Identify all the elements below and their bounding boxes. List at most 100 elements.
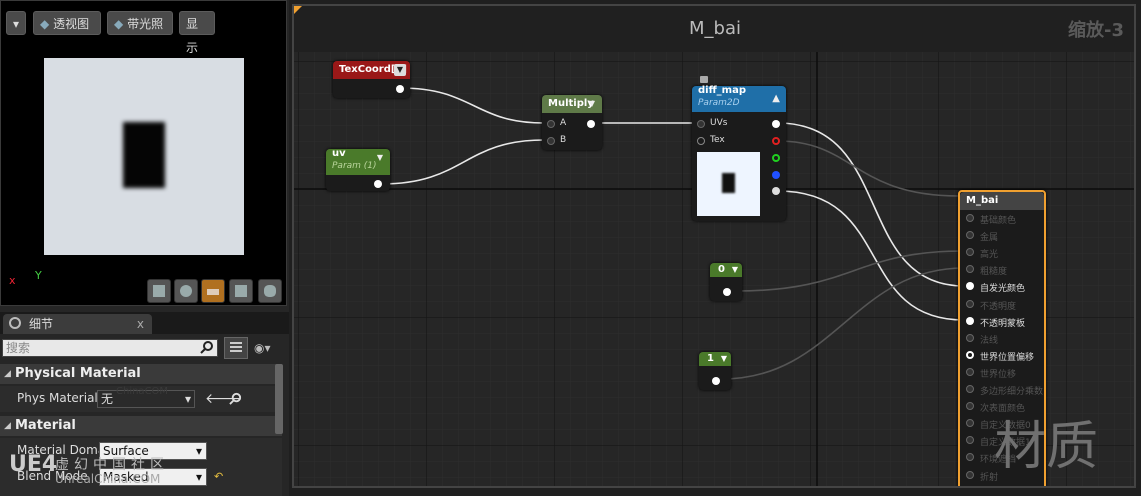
cube-preview-button[interactable] xyxy=(229,279,253,303)
output-pin-a[interactable] xyxy=(772,187,780,195)
sphere-preview-button[interactable] xyxy=(174,279,198,303)
browse-search-icon[interactable] xyxy=(229,392,242,405)
plane-preview-button[interactable] xyxy=(201,279,225,303)
result-input-pin[interactable] xyxy=(966,453,974,462)
result-input-pin[interactable] xyxy=(966,470,974,479)
node-header: TexCoord[0] ▼ xyxy=(333,61,410,79)
chevron-down-icon[interactable]: ▼ xyxy=(586,98,598,110)
cylinder-icon xyxy=(153,285,165,297)
node-header: uv Param (1) ▼ xyxy=(326,148,390,175)
cylinder-preview-button[interactable] xyxy=(147,279,171,303)
watermark-logo: UE4 xyxy=(9,452,58,477)
phys-material-value: 无 xyxy=(101,392,114,406)
visibility-options-button[interactable]: ◉▾ xyxy=(254,341,280,355)
chevron-down-icon[interactable]: ▼ xyxy=(721,352,727,366)
details-tabbar: 细节 x xyxy=(0,312,289,334)
node-texcoord[interactable]: TexCoord[0] ▼ xyxy=(333,61,410,98)
result-input-pin[interactable] xyxy=(966,436,974,445)
result-input-pin[interactable] xyxy=(966,248,974,257)
node-title: M_bai xyxy=(966,195,999,206)
result-input-pin[interactable] xyxy=(966,367,974,376)
chevron-down-icon: ▾ xyxy=(12,17,20,31)
category-title: Physical Material xyxy=(15,366,141,381)
perspective-button[interactable]: ◆ 透视图 xyxy=(33,11,101,35)
output-pin-g[interactable] xyxy=(772,154,780,162)
close-icon[interactable]: x xyxy=(137,314,144,334)
result-input-pin[interactable] xyxy=(966,214,974,222)
node-title: 0 xyxy=(718,264,725,275)
result-input-pin[interactable] xyxy=(966,316,974,325)
pin-label: B xyxy=(560,135,567,145)
result-pin-label: 自发光颜色 xyxy=(980,284,1026,295)
node-multiply[interactable]: Multiply ▼ A B xyxy=(542,95,602,150)
watermark-big: 材质 xyxy=(994,417,1099,477)
phys-material-label: Phys Material xyxy=(17,391,98,405)
output-pin[interactable] xyxy=(587,120,595,128)
material-preview-viewport[interactable]: ▾ ◆ 透视图 ◆ 带光照 显示 x Y xyxy=(0,0,287,306)
output-pin-b[interactable] xyxy=(772,171,780,179)
chevron-down-icon[interactable]: ▼ xyxy=(394,64,406,76)
result-pin-label: 高光 xyxy=(980,250,999,261)
node-header: diff_map Param2D ▲ xyxy=(692,85,786,112)
plane-icon xyxy=(207,289,219,295)
result-input-pin[interactable] xyxy=(966,282,974,291)
perspective-label: 透视图 xyxy=(53,17,90,31)
result-input-pin[interactable] xyxy=(966,299,974,308)
input-pin-b[interactable] xyxy=(547,137,555,145)
output-pin-r[interactable] xyxy=(772,137,780,145)
chevron-down-icon[interactable]: ▼ xyxy=(732,263,738,277)
lit-button[interactable]: ◆ 带光照 xyxy=(107,11,173,35)
pin-label: UVs xyxy=(710,118,728,128)
search-icon[interactable] xyxy=(200,340,214,354)
tab-details-label: 细节 xyxy=(29,317,54,331)
category-title: Material xyxy=(15,418,76,433)
output-pin[interactable] xyxy=(712,377,720,385)
result-pin-label: 世界位置偏移 xyxy=(980,352,1035,363)
output-pin[interactable] xyxy=(396,85,404,93)
output-pin-rgb[interactable] xyxy=(772,120,780,128)
show-button[interactable]: 显示 xyxy=(179,11,215,55)
result-input-pin[interactable] xyxy=(966,265,974,274)
node-constant-1[interactable]: 1 ▼ xyxy=(699,352,731,390)
category-physical-material[interactable]: ◢ Physical Material xyxy=(0,364,282,384)
result-input-pin[interactable] xyxy=(966,333,974,342)
result-input-pin[interactable] xyxy=(966,385,974,393)
pin-label: A xyxy=(560,118,567,128)
material-graph-canvas[interactable]: M_bai 缩放-3 TexCoord[0] ▼ uv Param (1) ▼ M… xyxy=(292,4,1136,488)
property-matrix-button[interactable] xyxy=(224,337,248,359)
thumbnail-mask xyxy=(722,173,735,193)
preview-opacity-mask xyxy=(123,122,165,188)
result-pin-label: 金属 xyxy=(980,233,999,244)
preview-plane xyxy=(44,58,244,255)
result-input-pin[interactable] xyxy=(966,231,974,240)
node-subtitle: Param (1) xyxy=(332,161,377,171)
result-pin-label: 基础颜色 xyxy=(980,216,1017,226)
result-input-pin[interactable] xyxy=(966,350,974,359)
result-input-pin[interactable] xyxy=(966,402,974,411)
tab-details[interactable]: 细节 x xyxy=(3,314,152,334)
lit-label: 带光照 xyxy=(127,17,164,31)
chevron-down-icon[interactable]: ▼ xyxy=(374,152,386,164)
node-diff-map[interactable]: diff_map Param2D ▲ UVs Tex xyxy=(692,76,786,221)
cube-icon xyxy=(235,285,247,297)
node-uv-param[interactable]: uv Param (1) ▼ xyxy=(326,148,390,191)
input-pin-a[interactable] xyxy=(547,120,555,128)
node-header: M_bai xyxy=(960,192,1044,210)
input-pin-uvs[interactable] xyxy=(697,120,705,128)
output-pin[interactable] xyxy=(723,288,731,296)
reset-to-default-icon[interactable]: ↶ xyxy=(214,470,223,483)
left-panel: ▾ ◆ 透视图 ◆ 带光照 显示 x Y 细节 x 搜索 ◉▾ ◢ Physic… xyxy=(0,0,289,496)
result-input-pin[interactable] xyxy=(966,419,974,428)
output-pin[interactable] xyxy=(374,180,382,188)
node-constant-0[interactable]: 0 ▼ xyxy=(710,263,742,301)
teapot-preview-button[interactable] xyxy=(258,279,282,303)
result-pin-label: 粗糙度 xyxy=(980,267,1008,278)
axis-y-label: Y xyxy=(35,269,42,282)
viewport-options-button[interactable]: ▾ xyxy=(6,11,26,35)
input-pin-tex[interactable] xyxy=(697,137,705,145)
category-material[interactable]: ◢ Material xyxy=(0,416,282,436)
details-search-input[interactable]: 搜索 xyxy=(2,339,218,357)
texture-thumbnail xyxy=(697,152,760,216)
collapse-up-icon[interactable]: ▲ xyxy=(772,90,780,108)
details-scrollbar[interactable] xyxy=(275,364,283,434)
